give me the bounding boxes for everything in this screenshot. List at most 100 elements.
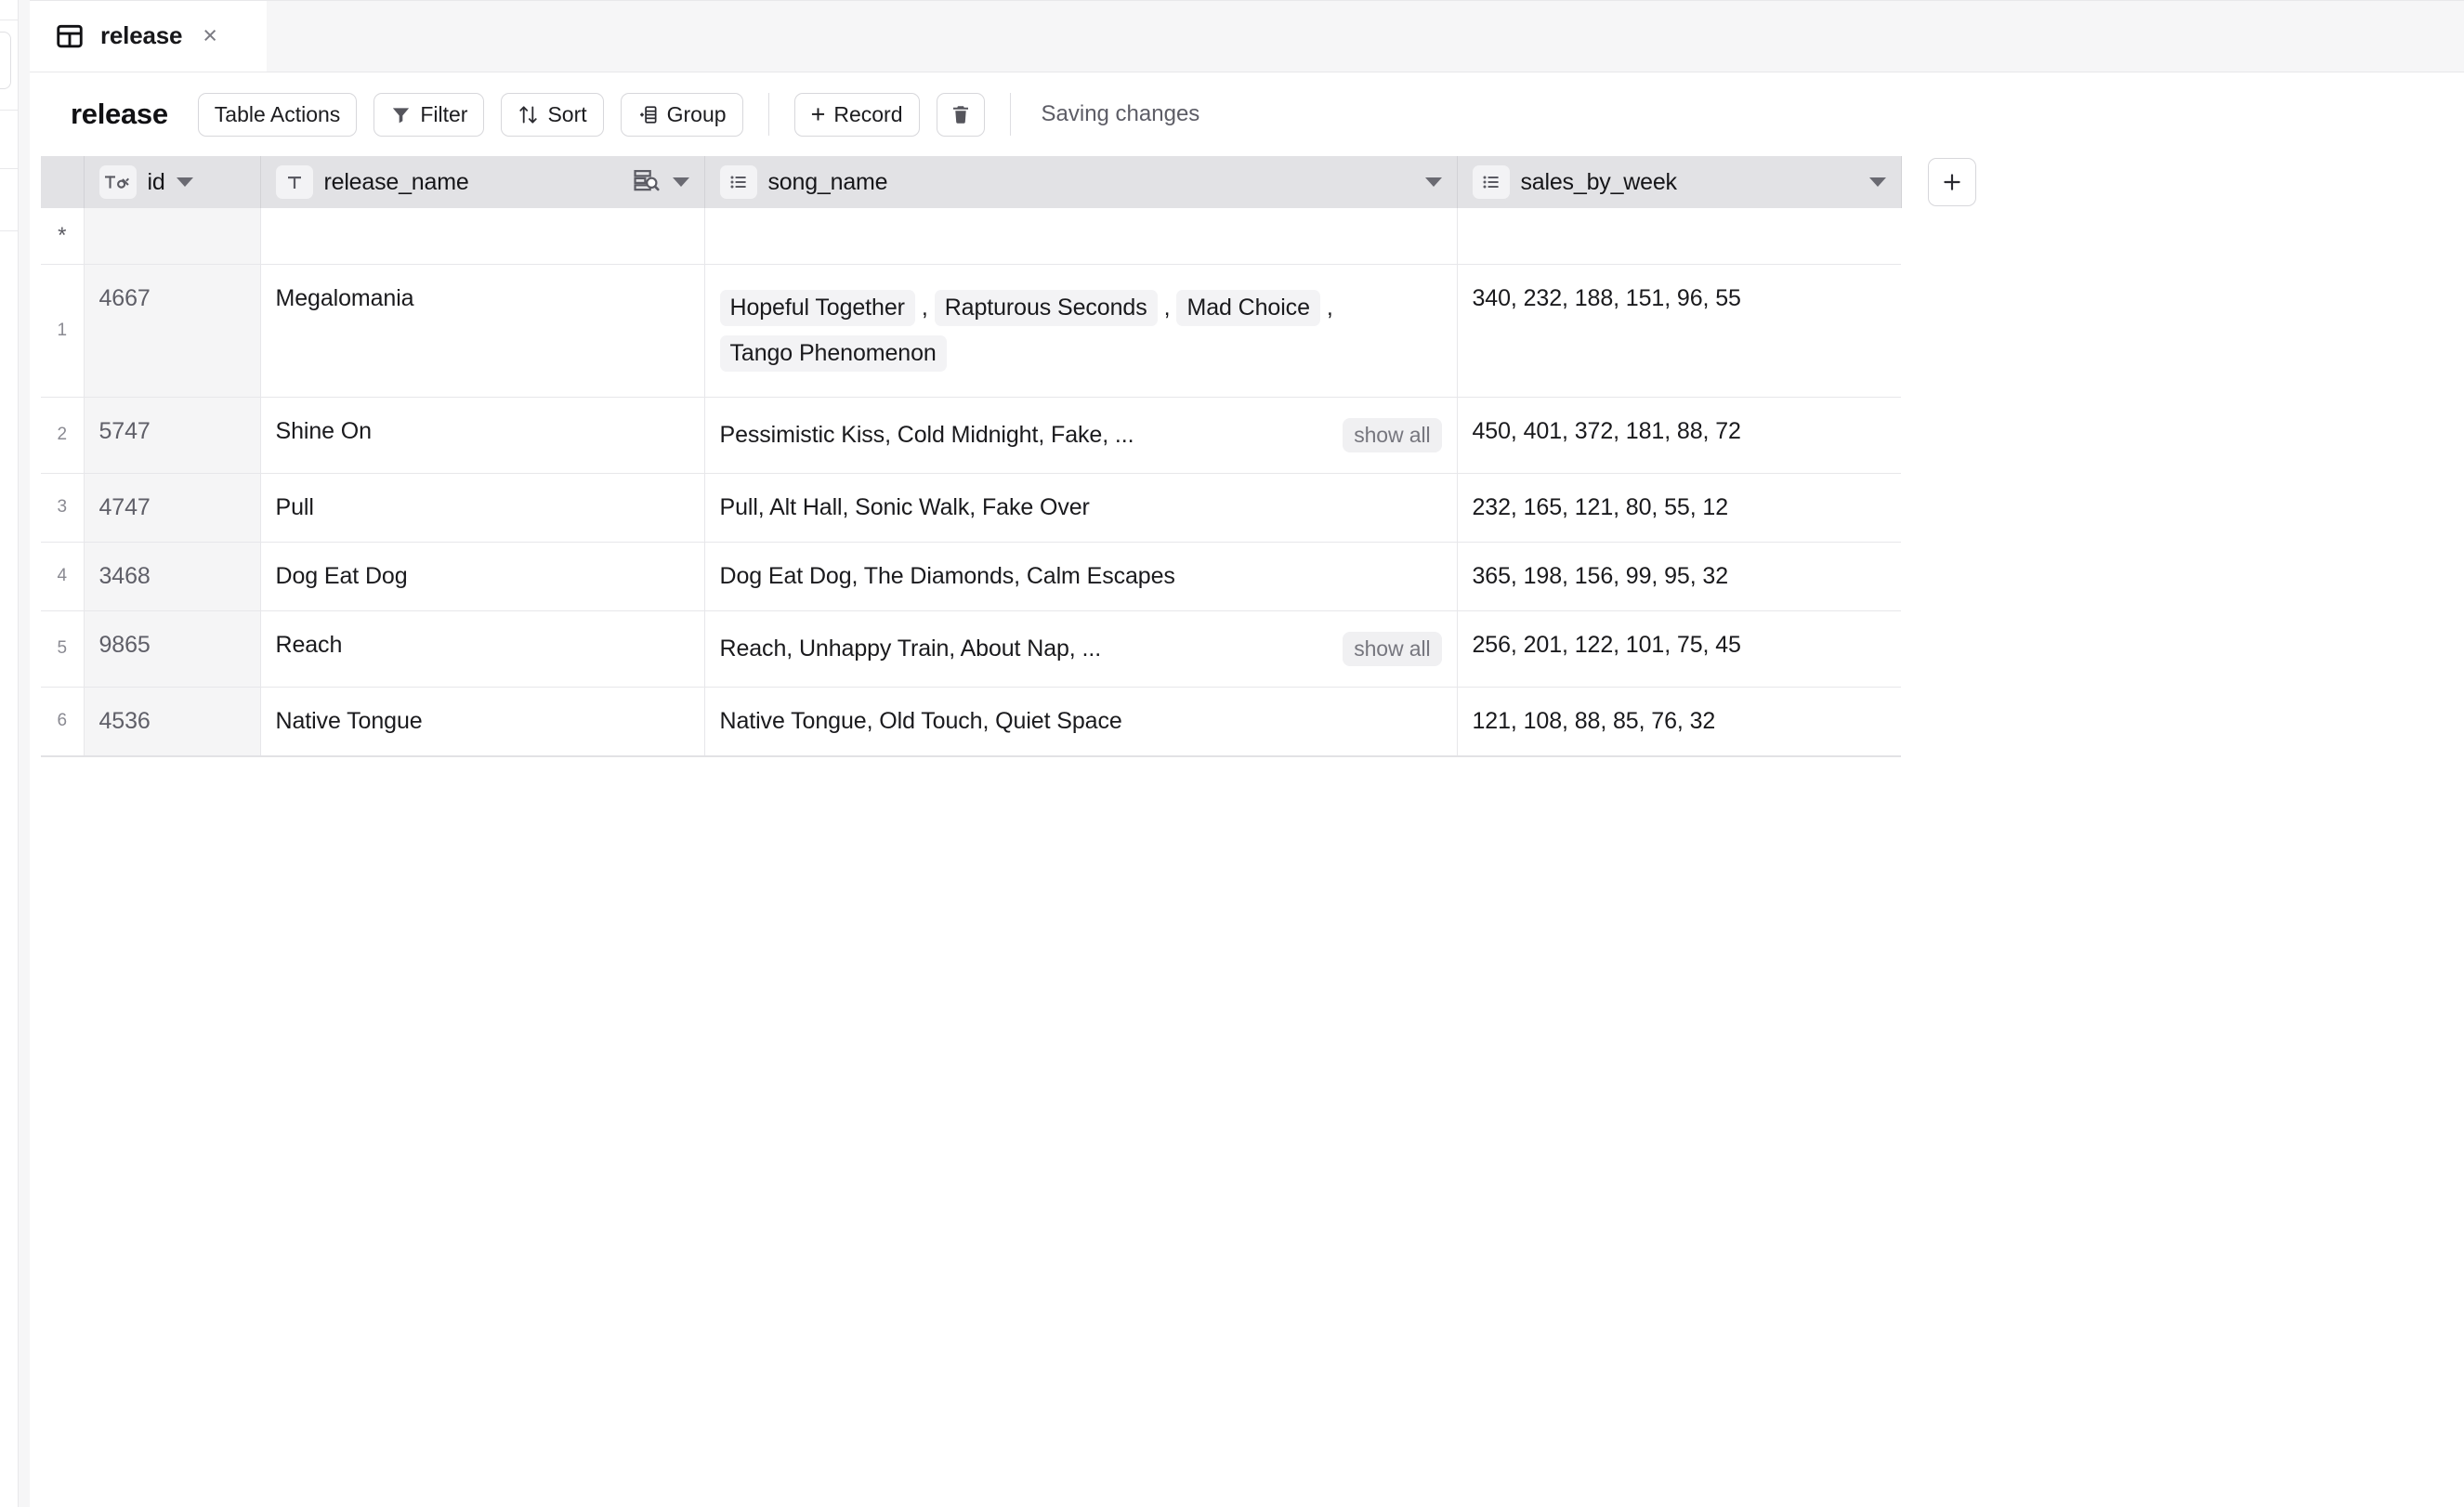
filter-icon [390, 104, 412, 125]
cell-release-name[interactable]: Reach [260, 610, 705, 688]
cell-sales-by-week[interactable]: 365, 198, 156, 99, 95, 32 [1457, 542, 1901, 611]
grid-container: id release_name song_name sales_by_week … [30, 156, 2464, 757]
add-record-button[interactable]: + Record [793, 92, 920, 137]
cell-release-name[interactable]: Native Tongue [260, 687, 705, 757]
cell-value: Native Tongue [275, 707, 423, 734]
chip-separator: , [1163, 294, 1171, 321]
new-row-sales-cell[interactable] [1457, 208, 1901, 265]
table-row[interactable]: 3 4747 Pull Pull, Alt Hall, Sonic Walk, … [41, 473, 1990, 543]
cell-release-name[interactable]: Dog Eat Dog [260, 542, 705, 611]
table-row[interactable]: 1 4667 Megalomania Hopeful Together , Ra… [41, 264, 1990, 398]
cell-value: 3468 [98, 562, 151, 589]
new-row-id-cell[interactable] [84, 208, 261, 265]
toolbar-divider [1009, 93, 1011, 136]
sort-icon [518, 104, 539, 125]
table-row[interactable]: 4 3468 Dog Eat Dog Dog Eat Dog, The Diam… [41, 542, 1990, 611]
sidebar-divider [0, 168, 18, 169]
new-row-release-name-cell[interactable] [260, 208, 705, 265]
row-number-header [41, 156, 85, 208]
row-number: 3 [41, 473, 85, 543]
add-column-button[interactable] [1928, 158, 1977, 206]
cell-id[interactable]: 4667 [84, 264, 261, 398]
column-header-sales-by-week[interactable]: sales_by_week [1457, 156, 1902, 208]
cell-sales-by-week[interactable]: 340, 232, 188, 151, 96, 55 [1457, 264, 1901, 398]
cell-value: Reach, Unhappy Train, About Nap, ... [719, 635, 1102, 662]
cell-value: Dog Eat Dog [275, 562, 408, 589]
chevron-down-icon[interactable] [1424, 177, 1442, 187]
plus-icon: + [810, 99, 826, 128]
cell-sales-by-week[interactable]: 121, 108, 88, 85, 76, 32 [1457, 687, 1901, 757]
cell-value: 340, 232, 188, 151, 96, 55 [1472, 284, 1741, 311]
show-all-button[interactable]: show all [1343, 631, 1442, 666]
cell-id[interactable]: 4747 [84, 473, 261, 543]
cell-value: 232, 165, 121, 80, 55, 12 [1472, 493, 1729, 520]
cell-release-name[interactable]: Megalomania [260, 264, 705, 398]
toolbar: release Table Actions Filter Sort Group … [30, 72, 2464, 156]
add-column-cell [1901, 156, 1990, 208]
app-root: release × release Table Actions Filter S… [0, 0, 2464, 1507]
cell-value: 4536 [98, 707, 151, 734]
cell-song-name[interactable]: Dog Eat Dog, The Diamonds, Calm Escapes [704, 542, 1458, 611]
group-icon [637, 104, 659, 125]
delete-records-button[interactable] [936, 92, 985, 137]
cell-value: 4747 [98, 493, 151, 520]
table-actions-button[interactable]: Table Actions [197, 92, 358, 137]
chip-list: Hopeful Together , Rapturous Seconds , M… [719, 285, 1442, 376]
cell-song-name[interactable]: Pessimistic Kiss, Cold Midnight, Fake, .… [704, 397, 1458, 474]
sidebar-resize-gutter[interactable] [19, 0, 30, 1507]
cell-song-name[interactable]: Pull, Alt Hall, Sonic Walk, Fake Over [704, 473, 1458, 543]
chevron-down-icon[interactable] [1868, 177, 1886, 187]
table-actions-label: Table Actions [214, 101, 341, 126]
column-header-song-name[interactable]: song_name [704, 156, 1458, 208]
table-row[interactable]: 5 9865 Reach Reach, Unhappy Train, About… [41, 610, 1990, 688]
sort-button[interactable]: Sort [501, 92, 604, 137]
cell-release-name[interactable]: Shine On [260, 397, 705, 474]
group-button[interactable]: Group [620, 92, 743, 137]
chip: Tango Phenomenon [719, 334, 947, 372]
tab-release[interactable]: release × [30, 0, 267, 72]
chevron-down-icon[interactable] [176, 177, 193, 187]
cell-id[interactable]: 9865 [84, 610, 261, 688]
row-number: 1 [41, 264, 85, 398]
cell-value: 5747 [98, 417, 151, 444]
filter-label: Filter [420, 101, 468, 126]
cell-id[interactable]: 5747 [84, 397, 261, 474]
cell-sales-by-week[interactable]: 232, 165, 121, 80, 55, 12 [1457, 473, 1901, 543]
cell-song-name[interactable]: Reach, Unhappy Train, About Nap, ... sho… [704, 610, 1458, 688]
lookup-search-icon[interactable] [633, 167, 661, 198]
cell-sales-by-week[interactable]: 450, 401, 372, 181, 88, 72 [1457, 397, 1901, 474]
show-all-button[interactable]: show all [1343, 417, 1442, 452]
cell-sales-by-week[interactable]: 256, 201, 122, 101, 75, 45 [1457, 610, 1901, 688]
chevron-down-icon[interactable] [672, 177, 689, 187]
text-icon [275, 165, 313, 199]
chip-separator: , [1326, 294, 1333, 321]
new-record-row[interactable]: * [41, 208, 1990, 265]
page-title: release [71, 98, 168, 130]
cell-release-name[interactable]: Pull [260, 473, 705, 543]
cell-value: 4667 [98, 284, 151, 311]
cell-song-name[interactable]: Hopeful Together , Rapturous Seconds , M… [704, 264, 1458, 398]
sidebar-search-box[interactable] [0, 32, 11, 89]
cell-song-name[interactable]: Native Tongue, Old Touch, Quiet Space [704, 687, 1458, 757]
save-status: Saving changes [1041, 101, 1200, 126]
column-header-id[interactable]: id [84, 156, 261, 208]
sidebar-divider [0, 230, 18, 231]
row-number: 4 [41, 542, 85, 611]
column-header-release-name[interactable]: release_name [260, 156, 705, 208]
tab-label: release [100, 21, 183, 49]
add-record-label: Record [833, 101, 903, 126]
sidebar-divider [0, 110, 18, 111]
table-row[interactable]: 6 4536 Native Tongue Native Tongue, Old … [41, 687, 1990, 757]
data-grid: id release_name song_name sales_by_week … [41, 156, 1990, 757]
cell-id[interactable]: 3468 [84, 542, 261, 611]
grid-header-row: id release_name song_name sales_by_week [41, 156, 1990, 208]
collapsed-sidebar[interactable] [0, 0, 19, 1507]
new-row-song-name-cell[interactable] [704, 208, 1458, 265]
table-icon [56, 22, 84, 50]
group-label: Group [666, 101, 727, 126]
chip: Mad Choice [1176, 289, 1320, 326]
table-row[interactable]: 2 5747 Shine On Pessimistic Kiss, Cold M… [41, 397, 1990, 474]
cell-id[interactable]: 4536 [84, 687, 261, 757]
close-icon[interactable]: × [203, 23, 217, 48]
filter-button[interactable]: Filter [374, 92, 485, 137]
